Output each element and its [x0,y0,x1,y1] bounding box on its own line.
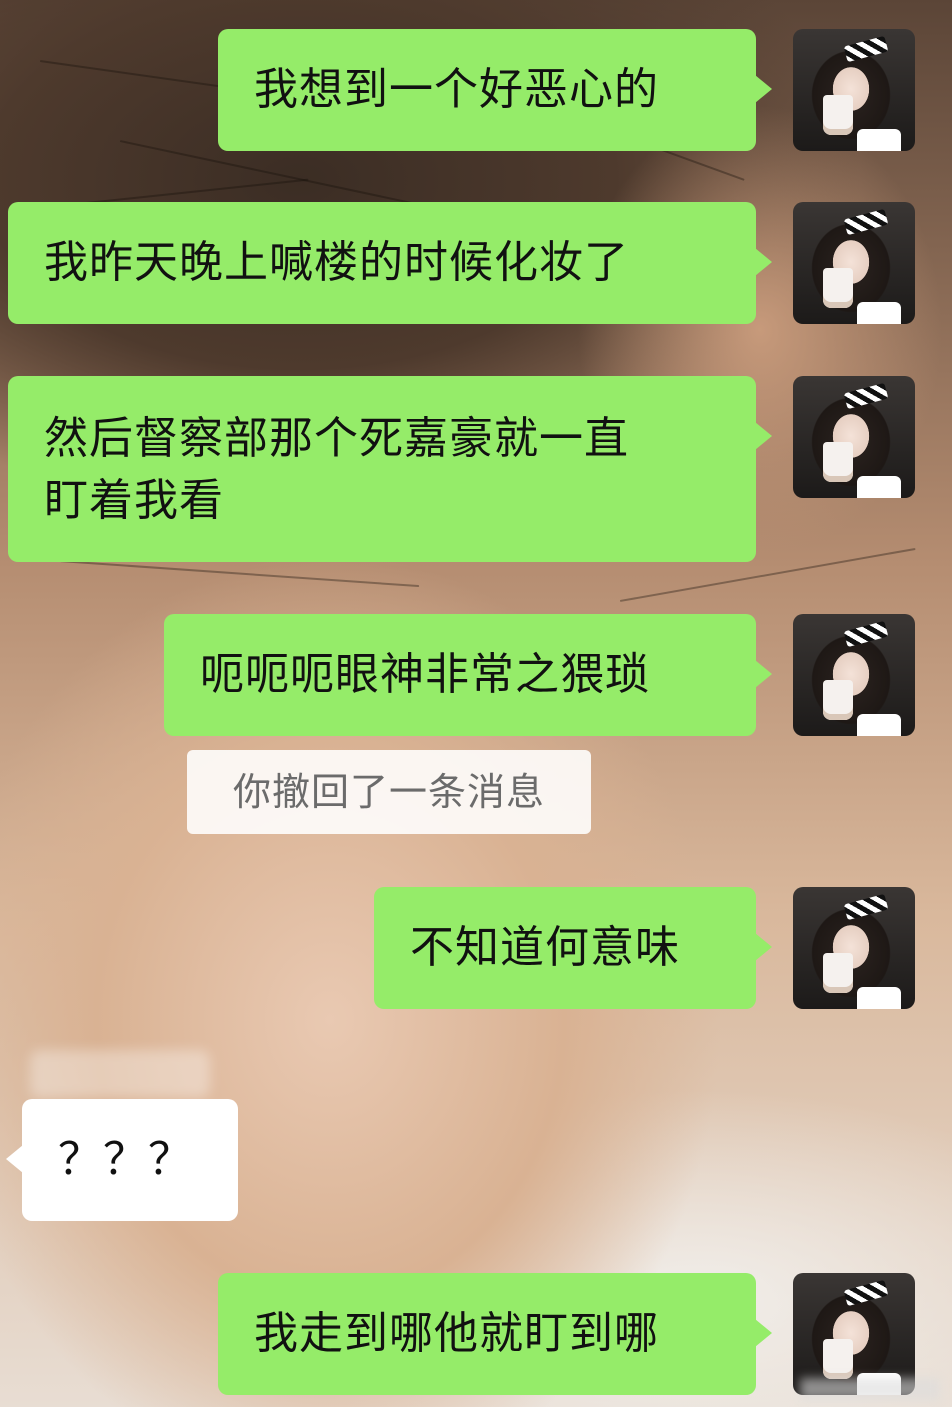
user-avatar[interactable] [793,614,915,736]
message-bubble[interactable]: 我想到一个好恶心的 [218,29,772,151]
bubble-tail [755,660,772,688]
message-bubble[interactable]: 不知道何意味 [374,887,772,1009]
bubble-tail [755,933,772,961]
sender-name-blurred [30,1050,210,1098]
message-text: 我昨天晚上喊楼的时候化妆了 [44,237,629,288]
message-bubble[interactable]: 我走到哪他就盯到哪 [218,1273,772,1395]
user-avatar[interactable] [793,29,915,151]
incoming-message-bubble[interactable]: ？？？ [6,1099,238,1221]
message-text: 我走到哪他就盯到哪 [254,1308,659,1359]
bubble-tail [755,248,772,276]
recall-notice[interactable]: 你撤回了一条消息 [187,750,591,834]
bubble-tail [6,1145,23,1173]
blurred-watermark [800,1378,940,1400]
message-text-line-1: 然后督察部那个死嘉豪就一直 [44,413,629,464]
user-avatar[interactable] [793,202,915,324]
bubble-tail [755,1319,772,1347]
user-avatar[interactable] [793,376,915,498]
message-text-line-2: 盯着我看 [44,475,224,526]
user-avatar[interactable] [793,1273,915,1395]
message-bubble[interactable]: 我昨天晚上喊楼的时候化妆了 [8,202,772,324]
message-text: 不知道何意味 [410,922,680,973]
message-text: 我想到一个好恶心的 [254,64,659,115]
message-bubble[interactable]: 然后督察部那个死嘉豪就一直 盯着我看 [8,376,772,562]
bubble-tail [755,75,772,103]
user-avatar[interactable] [793,887,915,1009]
message-bubble[interactable]: 呃呃呃眼神非常之猥琐 [164,614,772,736]
message-text: ？？？ [58,1134,193,1185]
message-text: 呃呃呃眼神非常之猥琐 [200,649,650,700]
bubble-tail [755,422,772,450]
